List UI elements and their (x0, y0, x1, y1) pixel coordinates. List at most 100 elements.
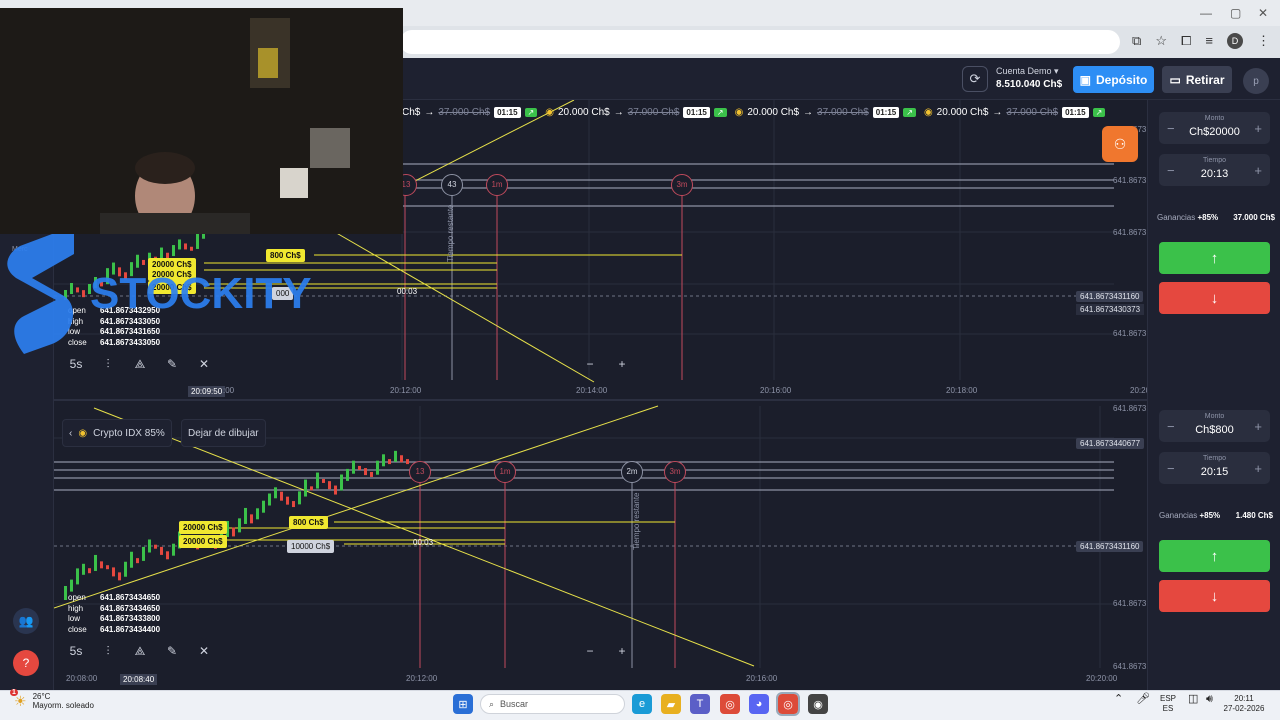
gain-pct: +85% (1199, 511, 1221, 520)
edge-icon[interactable]: e (632, 694, 652, 714)
price-label: 641.8673440677 (1076, 438, 1145, 449)
stop-drawing-button[interactable]: Dejar de dibujar (181, 419, 266, 447)
gain-bottom: Ganancias +85% 1.480 Ch$ (1159, 511, 1273, 520)
reading-list-icon[interactable]: ≡ (1205, 33, 1213, 49)
star-icon[interactable]: ☆ (1155, 33, 1167, 49)
sync-icon[interactable]: ⟳ (962, 66, 988, 92)
indicators-icon[interactable]: ⫶ (96, 639, 120, 663)
minus-icon[interactable]: − (1167, 461, 1175, 476)
drawing-tools-icon[interactable]: ⟁ (128, 639, 152, 663)
candle-countdown: 00:03 (413, 538, 434, 547)
order-tag[interactable]: 20000 Ch$ (179, 535, 227, 548)
address-bar[interactable] (400, 30, 1120, 54)
candle (340, 474, 343, 491)
plus-icon[interactable]: + (1254, 419, 1262, 434)
candle (118, 572, 121, 581)
arrow-down-icon: ↓ (1210, 587, 1219, 605)
coin-icon: ◉ (923, 106, 933, 118)
file-explorer-icon[interactable]: ▰ (661, 694, 681, 714)
volume-icon[interactable]: 🔊︎ (1206, 694, 1213, 705)
chrome-icon[interactable]: ◎ (720, 694, 740, 714)
profile-avatar[interactable]: D (1227, 33, 1243, 49)
close-icon[interactable]: ✕ (192, 639, 216, 663)
account-selector[interactable]: Cuenta Demo ▾ 8.510.040 Ch$ (996, 66, 1062, 90)
chrome-active-icon[interactable]: ◎ (776, 692, 800, 716)
time-axis-label: 20:12:00 (406, 674, 438, 683)
ohlc-close: 641.8673434400 (100, 624, 161, 634)
minus-icon[interactable]: − (1167, 419, 1175, 434)
timeframe-button[interactable]: 5s (64, 639, 88, 663)
menu-icon[interactable]: ⋮ (1257, 33, 1270, 49)
order-tag[interactable]: 800 Ch$ (289, 516, 328, 529)
up-button[interactable]: ↑ (1159, 540, 1270, 572)
up-button[interactable]: ↑ (1159, 242, 1270, 274)
weather-widget[interactable]: ☀ 1 26°C Mayorm. soleado (10, 688, 94, 710)
amount-value: Ch$800 (1195, 424, 1234, 436)
time-field-top[interactable]: Tiempo 20:13 − + (1159, 154, 1270, 186)
maximize-icon[interactable]: ▢ (1230, 6, 1241, 20)
language-indicator[interactable]: ESP ES (1160, 694, 1176, 714)
plus-icon[interactable]: + (1254, 461, 1262, 476)
expiry-timer: 3m (664, 461, 686, 483)
tray-chevron-icon[interactable]: ⌃ (1114, 694, 1123, 705)
help-icon[interactable]: ? (13, 650, 39, 676)
candle (298, 491, 301, 505)
lang-primary: ESP (1160, 694, 1177, 703)
pencil-icon[interactable]: ✎ (160, 639, 184, 663)
time-field-bottom[interactable]: Tiempo 20:15 − + (1159, 452, 1270, 484)
trade-item[interactable]: ◉ 20.000 Ch$ → 37.000 Ch$ 01:15 ↗ (923, 106, 1106, 118)
time-axis-label: 20:12:00 (390, 386, 422, 395)
plus-icon[interactable]: + (1254, 163, 1262, 178)
order-tag[interactable]: 10000 Ch$ (287, 540, 335, 553)
support-user-icon[interactable]: 👥 (13, 608, 39, 634)
asset-selector[interactable]: ‹ ◉ Crypto IDX 85% (62, 419, 172, 447)
down-button[interactable]: ↓ (1159, 282, 1270, 314)
down-button[interactable]: ↓ (1159, 580, 1270, 612)
amount-label: Monto (1204, 413, 1225, 420)
network-icon[interactable]: ◫ (1188, 694, 1198, 705)
deposit-button[interactable]: ▣ Depósito (1073, 66, 1154, 93)
trade-item[interactable]: Ch$ → 37.000 Ch$ 01:15 ↗ (402, 106, 538, 118)
amount-label: Monto (1204, 115, 1225, 122)
order-tag[interactable]: 20000 Ch$ (179, 521, 227, 534)
withdraw-label: Retirar (1185, 72, 1225, 87)
clock[interactable]: 20:11 27-02-2026 (1218, 694, 1270, 714)
minus-icon[interactable]: − (1167, 163, 1175, 178)
minus-icon[interactable]: − (1167, 121, 1175, 136)
zoom-in-icon[interactable]: + (610, 352, 634, 376)
withdraw-button[interactable]: ▭ Retirar (1162, 66, 1232, 93)
microphone-icon[interactable]: 🎤︎ (1136, 694, 1150, 705)
trade-item[interactable]: ◉ 20.000 Ch$ → 37.000 Ch$ 01:15 ↗ (735, 106, 916, 118)
amount-field-top[interactable]: Monto Ch$20000 − + (1159, 112, 1270, 144)
add-friend-icon[interactable]: ⚇ (1102, 126, 1138, 162)
time-label: Tiempo (1202, 455, 1227, 462)
price-label: 641.8673 (1113, 329, 1147, 338)
close-icon[interactable]: ✕ (1258, 6, 1268, 20)
candle (286, 496, 289, 505)
candle (274, 487, 277, 499)
time-value: 20:13 (1200, 168, 1229, 180)
candle (334, 485, 337, 495)
zoom-in-icon[interactable]: + (610, 639, 634, 663)
zoom-out-icon[interactable]: − (578, 352, 602, 376)
arrow-up-icon: ↗ (1092, 107, 1106, 117)
zoom-out-icon[interactable]: − (578, 639, 602, 663)
plus-icon[interactable]: + (1254, 121, 1262, 136)
obs-icon[interactable]: ◉ (808, 694, 828, 714)
discord-icon[interactable]: ◕ (749, 694, 769, 714)
extensions-icon[interactable]: ⧠ (1181, 33, 1191, 49)
taskbar-search[interactable]: ⌕ Buscar (480, 694, 625, 714)
teams-icon[interactable]: T (690, 694, 710, 714)
minimize-icon[interactable]: — (1200, 6, 1212, 20)
chevron-left-icon[interactable]: ‹ (69, 428, 72, 439)
candle (166, 551, 169, 560)
amount-field-bottom[interactable]: Monto Ch$800 − + (1159, 410, 1270, 442)
windows-start-icon[interactable]: ⊞ (453, 694, 473, 714)
price-label: 641.8673 (1113, 599, 1147, 608)
candle (262, 500, 265, 513)
candle (376, 460, 379, 475)
cast-icon[interactable]: ⧉ (1132, 33, 1141, 49)
trade-payout: 37.000 Ch$ (627, 106, 680, 118)
avatar[interactable]: p (1243, 68, 1269, 94)
trade-item[interactable]: ◉ 20.000 Ch$ → 37.000 Ch$ 01:15 ↗ (545, 106, 727, 118)
